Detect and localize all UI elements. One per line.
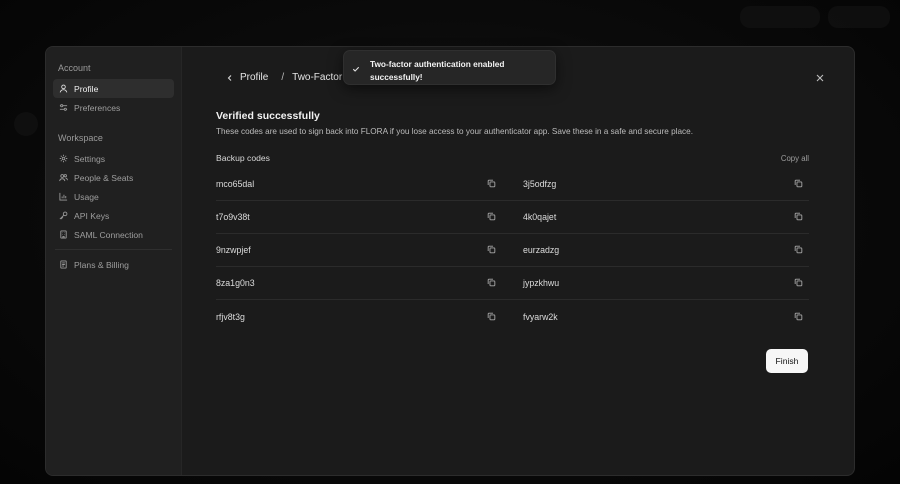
main-panel: Profile / Two-Factor A Verified successf…	[182, 47, 854, 475]
code-cell: mco65dal	[216, 179, 510, 189]
codes-header: Backup codes Copy all	[216, 153, 809, 163]
sidebar-item-people-seats[interactable]: People & Seats	[53, 168, 174, 187]
sidebar-item-label: Profile	[74, 83, 99, 94]
code-row: mco65dal 3j5odfzg	[216, 168, 809, 201]
copy-code-button[interactable]	[794, 212, 804, 222]
sidebar-heading-workspace: Workspace	[58, 133, 103, 143]
breadcrumb: Profile / Two-Factor A	[226, 72, 351, 83]
code-cell: eurzadzg	[510, 245, 809, 255]
back-to-profile-link[interactable]: Profile	[226, 72, 268, 83]
background-element	[14, 112, 38, 136]
sidebar-item-api-keys[interactable]: API Keys	[53, 206, 174, 225]
code-cell: t7o9v38t	[216, 212, 510, 222]
sidebar-item-label: API Keys	[74, 210, 110, 221]
copy-code-button[interactable]	[487, 245, 497, 255]
page-description: These codes are used to sign back into F…	[216, 127, 693, 136]
sidebar-item-label: Preferences	[74, 102, 121, 113]
backup-code: fvyarw2k	[523, 311, 558, 322]
copy-code-button[interactable]	[794, 179, 804, 189]
copy-icon	[794, 245, 803, 254]
success-toast: Two-factor authentication enabled succes…	[343, 50, 556, 85]
settings-modal: Account Profile Preferences Workspace Se…	[45, 46, 855, 476]
copy-icon	[794, 212, 803, 221]
backup-code: 4k0qajet	[523, 212, 557, 222]
backup-codes-list: mco65dal 3j5odfzg t7o9v38t 4k0qajet 9nzw…	[216, 168, 809, 333]
people-icon	[59, 174, 68, 182]
sliders-icon	[59, 104, 68, 111]
user-icon	[59, 84, 68, 93]
copy-icon	[794, 278, 803, 287]
copy-icon	[794, 312, 803, 320]
copy-code-button[interactable]	[487, 212, 497, 222]
code-cell: rfjv8t3g	[216, 312, 510, 322]
copy-code-button[interactable]	[487, 278, 497, 288]
code-row: t7o9v38t 4k0qajet	[216, 201, 809, 234]
code-row: 8za1g0n3 jypzkhwu	[216, 267, 809, 300]
copy-icon	[487, 179, 496, 188]
copy-all-button[interactable]: Copy all	[781, 154, 809, 163]
sidebar-item-preferences[interactable]: Preferences	[53, 98, 174, 117]
toast-message: Two-factor authentication enabled succes…	[370, 59, 505, 82]
code-cell: jypzkhwu	[510, 278, 809, 288]
code-cell: 9nzwpjef	[216, 245, 510, 255]
sidebar-heading-account: Account	[58, 63, 91, 73]
sidebar-item-plans-billing[interactable]: Plans & Billing	[53, 255, 174, 274]
close-icon	[816, 74, 824, 82]
code-cell: 4k0qajet	[510, 212, 809, 222]
copy-icon	[487, 245, 496, 254]
settings-sidebar: Account Profile Preferences Workspace Se…	[46, 47, 182, 475]
sidebar-item-label: People & Seats	[74, 172, 134, 183]
sidebar-item-settings[interactable]: Settings	[53, 149, 174, 168]
copy-code-button[interactable]	[487, 179, 497, 189]
code-cell: 3j5odfzg	[510, 179, 809, 189]
sidebar-divider	[55, 249, 172, 250]
backup-code: jypzkhwu	[523, 278, 560, 288]
chart-icon	[59, 192, 68, 201]
copy-icon	[487, 278, 496, 287]
sidebar-item-saml-connection[interactable]: SAML Connection	[53, 225, 174, 244]
backup-code: 3j5odfzg	[523, 179, 557, 189]
sidebar-item-label: SAML Connection	[74, 229, 143, 240]
backup-code: 9nzwpjef	[216, 245, 251, 255]
copy-code-button[interactable]	[794, 312, 804, 322]
background-element	[740, 6, 820, 28]
finish-button[interactable]: Finish	[766, 349, 808, 373]
gear-icon	[59, 154, 68, 163]
copy-icon	[487, 312, 496, 320]
backup-code: eurzadzg	[523, 245, 560, 255]
key-icon	[59, 211, 68, 220]
copy-code-button[interactable]	[794, 245, 804, 255]
background-element	[828, 6, 890, 28]
backup-code: 8za1g0n3	[216, 278, 255, 288]
code-row: rfjv8t3g fvyarw2k	[216, 300, 809, 333]
copy-code-button[interactable]	[794, 278, 804, 288]
code-cell: fvyarw2k	[510, 312, 809, 322]
close-button[interactable]	[814, 72, 826, 84]
sidebar-item-label: Usage	[74, 191, 99, 202]
receipt-icon	[60, 260, 67, 269]
page-title: Verified successfully	[216, 110, 320, 122]
backup-code: mco65dal	[216, 179, 255, 189]
code-row: 9nzwpjef eurzadzg	[216, 234, 809, 267]
copy-code-button[interactable]	[487, 312, 497, 322]
check-icon	[352, 66, 360, 72]
sidebar-item-usage[interactable]: Usage	[53, 187, 174, 206]
backup-codes-section: Verified successfully These codes are us…	[216, 110, 809, 333]
copy-icon	[487, 212, 496, 221]
building-icon	[60, 230, 67, 239]
sidebar-item-label: Plans & Billing	[74, 259, 129, 270]
breadcrumb-separator: /	[281, 72, 285, 83]
code-cell: 8za1g0n3	[216, 278, 510, 288]
backup-codes-label: Backup codes	[216, 153, 270, 163]
breadcrumb-back-label: Profile	[240, 72, 269, 83]
sidebar-item-profile[interactable]: Profile	[53, 79, 174, 98]
sidebar-item-label: Settings	[74, 153, 106, 164]
backup-code: t7o9v38t	[216, 212, 250, 222]
copy-icon	[794, 179, 803, 188]
backup-code: rfjv8t3g	[216, 311, 245, 322]
chevron-left-icon	[227, 74, 232, 81]
